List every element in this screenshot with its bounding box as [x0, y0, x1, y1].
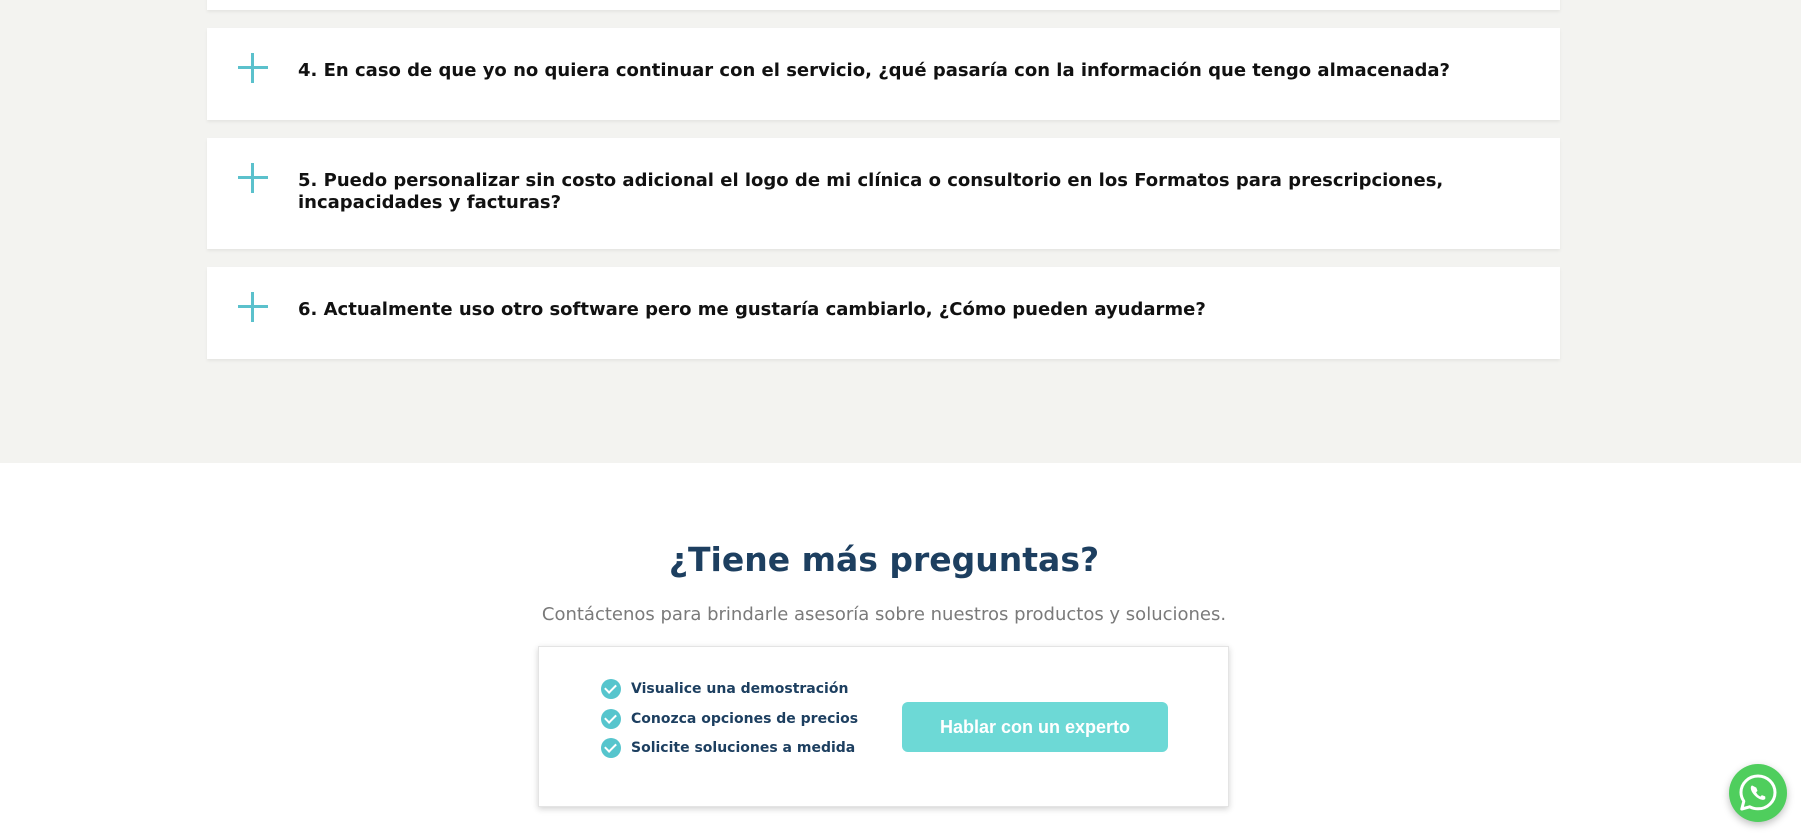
- benefit-item: Solicite soluciones a medida: [601, 737, 855, 759]
- faq-section: 4. En caso de que yo no quiera continuar…: [0, 0, 1801, 463]
- benefit-item: Visualice una demostración: [601, 678, 848, 700]
- plus-icon[interactable]: [238, 53, 268, 83]
- benefit-label: Solicite soluciones a medida: [631, 740, 856, 756]
- whatsapp-button[interactable]: [1729, 764, 1787, 822]
- check-circle-icon: [601, 738, 621, 758]
- check-circle-icon: [601, 709, 621, 729]
- plus-icon[interactable]: [238, 163, 268, 193]
- faq-item-4[interactable]: 4. En caso de que yo no quiera continuar…: [207, 28, 1560, 120]
- benefit-item: Conozca opciones de precios: [601, 708, 858, 730]
- cta-title: ¿Tiene más preguntas?: [668, 540, 1100, 579]
- whatsapp-icon: [1739, 774, 1777, 811]
- plus-icon[interactable]: [238, 292, 268, 322]
- faq-question[interactable]: 6. Actualmente uso otro software pero me…: [298, 299, 1500, 321]
- faq-item-6[interactable]: 6. Actualmente uso otro software pero me…: [207, 267, 1560, 359]
- benefit-label: Visualice una demostración: [631, 681, 849, 697]
- benefit-label: Conozca opciones de precios: [631, 711, 859, 727]
- talk-to-expert-button[interactable]: Hablar con un experto: [902, 702, 1168, 752]
- check-circle-icon: [601, 679, 621, 699]
- contact-cta-section: ¿Tiene más preguntas? Contáctenos para b…: [0, 463, 1801, 838]
- faq-item-previous[interactable]: [207, 0, 1560, 10]
- cta-box: Visualice una demostración Conozca opcio…: [538, 646, 1229, 807]
- faq-question[interactable]: 5. Puedo personalizar sin costo adiciona…: [298, 170, 1500, 214]
- cta-subtitle: Contáctenos para brindarle asesoría sobr…: [541, 604, 1227, 625]
- faq-question[interactable]: 4. En caso de que yo no quiera continuar…: [298, 60, 1500, 82]
- faq-item-5[interactable]: 5. Puedo personalizar sin costo adiciona…: [207, 138, 1560, 249]
